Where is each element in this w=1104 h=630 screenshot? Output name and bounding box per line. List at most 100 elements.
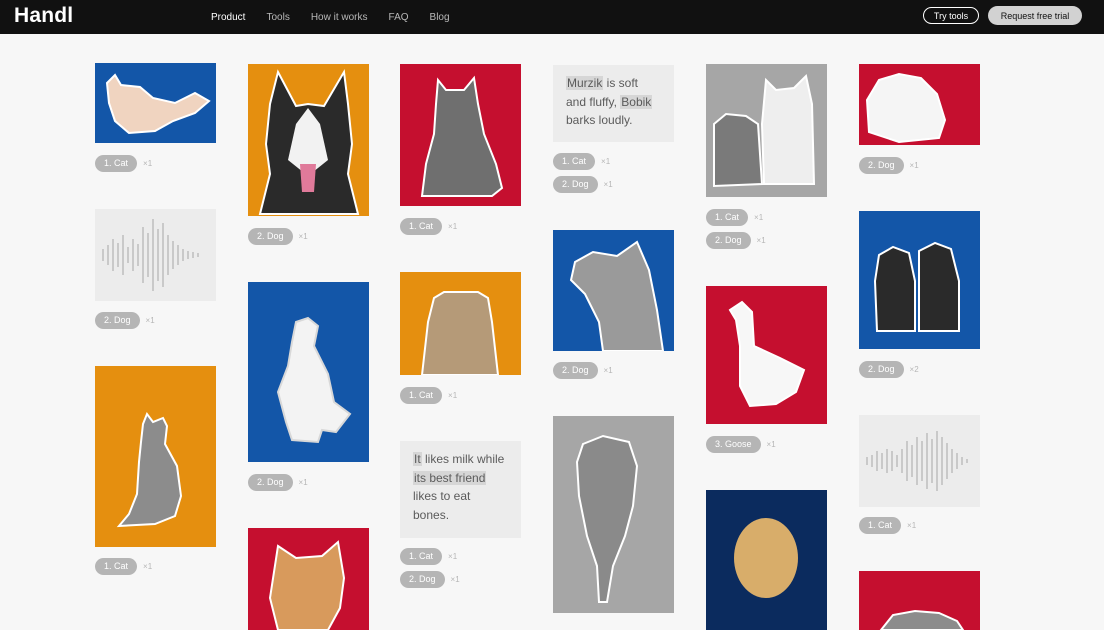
cat-image-card[interactable] [400,64,521,206]
audio-waveform-card[interactable] [95,209,216,301]
nav-link-tools[interactable]: Tools [266,12,289,23]
tag-row: 2. Dog ×1 [248,228,308,245]
tag-count: ×1 [754,213,764,222]
cat-figure [575,434,639,603]
dog-figure [873,241,960,332]
goose-image-card[interactable] [706,286,827,424]
dog-image-card[interactable] [248,282,369,462]
text-segment: likes to eat bones. [413,489,471,522]
tag-row: 2. Dog ×1 [95,312,155,329]
tag-count: ×1 [603,366,613,375]
tag-row: 2. Dog ×1 [248,474,308,491]
dog-tag[interactable]: 2. Dog [706,232,751,249]
text-sample-card[interactable]: Murzik is soft and fluffy, Bobik barks l… [553,65,674,142]
tag-count: ×1 [298,232,308,241]
cat-and-dog-image-card[interactable] [706,64,827,197]
highlighted-entity: Bobik [620,94,653,109]
audio-waveform-card[interactable] [859,415,980,507]
cat-figure [105,73,211,135]
dog-tag[interactable]: 2. Dog [95,312,140,329]
tag-row: 2. Dog ×2 [859,361,919,378]
nav-link-faq[interactable]: FAQ [389,12,409,23]
cat-tag[interactable]: 1. Cat [553,153,596,170]
cat-figure [420,291,500,375]
tag-count: ×1 [448,552,458,561]
tag-row: 1. Cat ×1 [553,153,610,170]
tag-row: 1. Cat ×1 [706,209,763,226]
tag-count: ×1 [450,575,460,584]
cat-tag[interactable]: 1. Cat [400,548,443,565]
audio-waveform-icon [866,431,968,491]
dog-image-card[interactable] [859,64,980,145]
dog-figure [258,68,360,215]
dog-image-card[interactable] [248,64,369,216]
highlighted-entity: its best friend [413,470,487,485]
tag-row: 1. Cat ×1 [400,218,457,235]
potato-image-card[interactable] [706,490,827,630]
tag-count: ×1 [766,440,776,449]
dog-image-card[interactable] [859,211,980,349]
cat-tag[interactable]: 1. Cat [400,387,443,404]
nav-link-blog[interactable]: Blog [430,12,450,23]
cat-tag[interactable]: 1. Cat [706,209,749,226]
animal-figure [879,609,965,630]
cat-image-card[interactable] [553,416,674,613]
dog-image-card[interactable] [553,230,674,351]
tag-row: 1. Cat ×1 [95,155,152,172]
cat-figure [116,411,183,528]
tag-count: ×1 [448,391,458,400]
dog-figure [865,72,947,144]
logo[interactable]: Handl [14,4,73,28]
cat-tag[interactable]: 1. Cat [859,517,902,534]
dog-image-card[interactable] [248,528,369,630]
tag-row: 2. Dog ×1 [553,362,613,379]
highlighted-entity: Murzik [566,76,604,90]
cat-figure [420,75,504,197]
tag-count: ×1 [143,159,153,168]
nav-links: Product Tools How it works FAQ Blog [211,0,450,34]
tag-count: ×2 [909,365,919,374]
goose-tag[interactable]: 3. Goose [706,436,761,453]
animal-image-card[interactable] [859,571,980,630]
cat-and-dog-figure [713,73,816,188]
dog-tag[interactable]: 2. Dog [553,362,598,379]
goose-figure [728,300,806,408]
nav-link-product[interactable]: Product [211,12,245,23]
highlighted-entity: It [413,452,422,466]
cat-tag[interactable]: 1. Cat [400,218,443,235]
tag-count: ×1 [909,161,919,170]
tag-count: ×1 [603,180,613,189]
tag-row: 1. Cat ×1 [400,548,457,565]
cat-tag[interactable]: 1. Cat [95,558,138,575]
tag-row: 1. Cat ×1 [400,387,457,404]
tag-row: 1. Cat ×1 [95,558,152,575]
try-tools-button[interactable]: Try tools [923,7,979,24]
tag-count: ×1 [143,562,153,571]
cat-image-card[interactable] [95,63,216,143]
cat-image-card[interactable] [400,272,521,375]
top-navbar: Handl Product Tools How it works FAQ Blo… [0,0,1104,34]
tag-count: ×1 [448,222,458,231]
request-free-trial-button[interactable]: Request free trial [988,6,1082,25]
dog-figure [569,240,665,351]
tag-count: ×1 [298,478,308,487]
nav-link-how-it-works[interactable]: How it works [311,12,368,23]
dog-tag[interactable]: 2. Dog [859,361,904,378]
dog-tag[interactable]: 2. Dog [248,228,293,245]
text-segment: likes milk while [421,452,505,466]
potato-figure [734,518,798,598]
cat-image-card[interactable] [95,366,216,547]
cat-tag[interactable]: 1. Cat [95,155,138,172]
dog-tag[interactable]: 2. Dog [400,571,445,588]
tag-count: ×1 [145,316,155,325]
tag-count: ×1 [601,157,611,166]
text-sample-card[interactable]: It likes milk while its best friend like… [400,441,521,538]
dog-tag[interactable]: 2. Dog [553,176,598,193]
tag-row: 1. Cat ×1 [859,517,916,534]
dog-figure [268,540,346,630]
tag-row: 2. Dog ×1 [553,176,613,193]
dog-tag[interactable]: 2. Dog [248,474,293,491]
tag-row: 3. Goose ×1 [706,436,776,453]
dog-tag[interactable]: 2. Dog [859,157,904,174]
tag-row: 2. Dog ×1 [859,157,919,174]
